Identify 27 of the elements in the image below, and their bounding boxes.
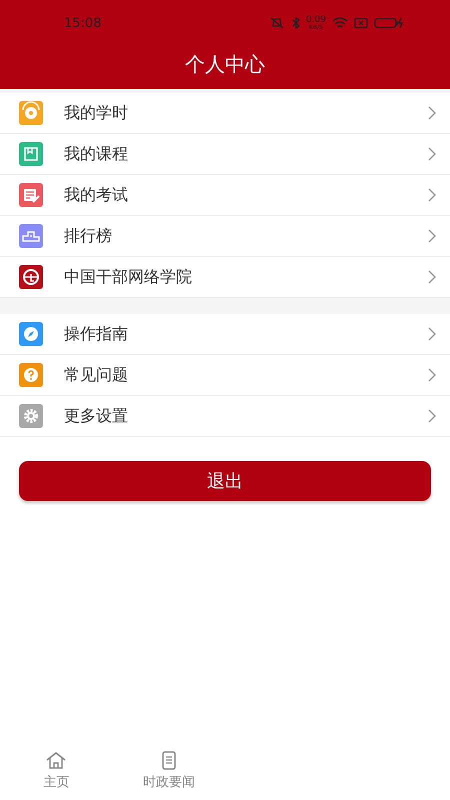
- wifi-icon: [332, 17, 348, 29]
- chevron-right-icon: [428, 327, 436, 341]
- logout-button[interactable]: 退出: [19, 461, 431, 501]
- chevron-right-icon: [428, 409, 436, 423]
- chevron-right-icon: [428, 188, 436, 202]
- menu-item[interactable]: 常见问题: [0, 355, 450, 396]
- menu-item[interactable]: 更多设置: [0, 396, 450, 437]
- chevron-right-icon: [428, 229, 436, 243]
- status-time: 15:08: [64, 16, 102, 30]
- menu-item[interactable]: 我的学时: [0, 93, 450, 134]
- sim-icon: [354, 17, 368, 29]
- chevron-right-icon: [428, 106, 436, 120]
- menu-item[interactable]: 我的课程: [0, 134, 450, 175]
- bluetooth-icon: [292, 17, 300, 29]
- menu-item[interactable]: 中国干部网络学院: [0, 257, 450, 298]
- menu-item[interactable]: 操作指南: [0, 314, 450, 355]
- chevron-right-icon: [428, 147, 436, 161]
- tab[interactable]: 时政要闻: [112, 744, 225, 796]
- network-speed: 0.09: [306, 16, 326, 24]
- home-icon: [45, 750, 68, 770]
- chevron-right-icon: [428, 270, 436, 284]
- menu-item[interactable]: 我的考试: [0, 175, 450, 216]
- chevron-right-icon: [428, 368, 436, 382]
- tab[interactable]: 主页: [0, 744, 112, 796]
- menu-item[interactable]: 排行榜: [0, 216, 450, 257]
- page-title: 个人中心: [184, 51, 266, 78]
- battery-icon: [374, 17, 404, 29]
